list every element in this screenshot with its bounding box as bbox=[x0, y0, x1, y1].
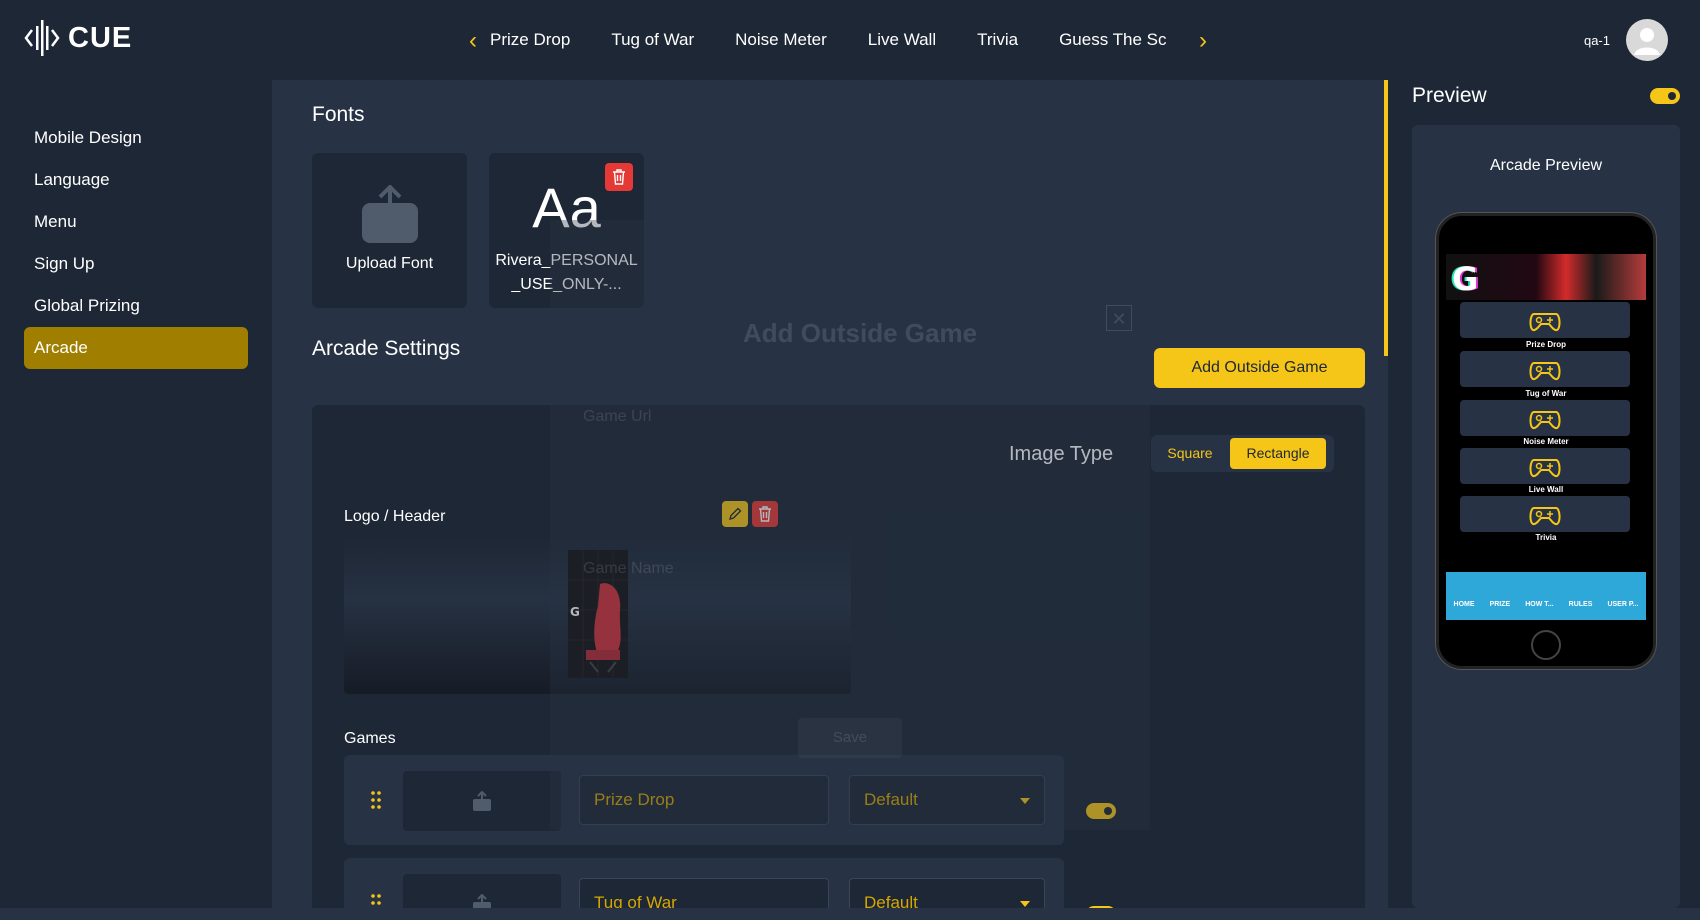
trash-icon bbox=[613, 169, 625, 185]
drag-handle-icon[interactable] bbox=[371, 894, 381, 908]
image-type-square[interactable]: Square bbox=[1154, 438, 1226, 469]
phone-nav-how-to: HOW T... bbox=[1525, 601, 1554, 608]
upload-icon bbox=[362, 185, 418, 243]
preview-title: Preview bbox=[1412, 84, 1487, 107]
sidebar-item-arcade[interactable]: Arcade bbox=[24, 327, 248, 369]
game-mode-value: Default bbox=[864, 893, 918, 908]
modal-close-icon[interactable]: ✕ bbox=[1106, 305, 1132, 331]
game-image-upload[interactable] bbox=[403, 771, 561, 831]
phone-screen: G Prize Drop Tug of War Noise Meter Live… bbox=[1446, 254, 1646, 624]
sidebar-item-mobile-design[interactable]: Mobile Design bbox=[24, 117, 248, 159]
game-mode-select[interactable]: Default bbox=[849, 878, 1045, 908]
user-name: qa-1 bbox=[1583, 32, 1610, 48]
game-name-input[interactable]: Tug of War bbox=[579, 878, 829, 908]
cue-logo-icon bbox=[24, 20, 60, 56]
toggle-knob bbox=[1668, 92, 1676, 100]
nav-tab-trivia[interactable]: Trivia bbox=[977, 30, 1018, 50]
phone-nav-user-profile: USER P... bbox=[1607, 601, 1639, 608]
sidebar-item-language[interactable]: Language bbox=[24, 159, 248, 201]
preview-game-label: Noise Meter bbox=[1523, 437, 1569, 446]
drag-handle-icon[interactable] bbox=[371, 791, 381, 809]
brand-name: CUE bbox=[68, 21, 133, 54]
gamepad-icon bbox=[1529, 411, 1561, 430]
preview-game-label: Live Wall bbox=[1528, 485, 1564, 494]
phone-home-button bbox=[1531, 630, 1561, 660]
gamepad-icon bbox=[1529, 313, 1561, 332]
modal-title: Add Outside Game bbox=[743, 318, 978, 348]
nav-prev-arrow-icon[interactable]: ‹ bbox=[462, 26, 484, 56]
upload-font-card[interactable]: Upload Font bbox=[312, 153, 467, 308]
add-outside-game-button[interactable]: Add Outside Game bbox=[1154, 348, 1365, 388]
sidebar: Mobile Design Language Menu Sign Up Glob… bbox=[0, 80, 272, 908]
upload-icon bbox=[473, 894, 491, 908]
preview-game-tile bbox=[1460, 400, 1630, 436]
top-bar: CUE ‹ Prize Drop Tug of War Noise Meter … bbox=[0, 0, 1700, 80]
nav-tab-live-wall[interactable]: Live Wall bbox=[868, 30, 936, 50]
brand-logo[interactable]: CUE bbox=[24, 18, 132, 58]
preview-game-tile bbox=[1460, 302, 1630, 338]
gamepad-icon bbox=[1529, 362, 1561, 381]
avatar[interactable] bbox=[1626, 19, 1668, 61]
preview-panel: Arcade Preview G Prize Drop Tug of War N… bbox=[1412, 125, 1680, 908]
nav-tab-noise-meter[interactable]: Noise Meter bbox=[735, 30, 827, 50]
phone-nav-prize: PRIZE bbox=[1489, 601, 1511, 608]
image-type-toggle: Square Rectangle bbox=[1151, 435, 1334, 472]
phone-bottom-nav: HOME PRIZE HOW T... RULES USER P... bbox=[1446, 572, 1646, 620]
bottom-scrollbar[interactable] bbox=[0, 908, 1700, 920]
game-row: Tug of War Default bbox=[344, 858, 1064, 908]
add-outside-game-modal: Add Outside Game ✕ Game Url Game Name Sa… bbox=[550, 220, 1150, 830]
preview-toggle[interactable] bbox=[1650, 88, 1680, 104]
phone-nav-rules: RULES bbox=[1568, 601, 1593, 608]
main-content: Fonts Upload Font Aa Rivera_PERSONAL _US… bbox=[272, 80, 1384, 908]
phone-nav-home: HOME bbox=[1453, 601, 1475, 608]
nav-tab-tug-of-war[interactable]: Tug of War bbox=[611, 30, 694, 50]
delete-font-button[interactable] bbox=[605, 163, 633, 191]
sidebar-item-menu[interactable]: Menu bbox=[24, 201, 248, 243]
game-nav-tabs: Prize Drop Tug of War Noise Meter Live W… bbox=[490, 0, 1180, 80]
modal-name-label: Game Name bbox=[583, 560, 674, 577]
logo-header-label: Logo / Header bbox=[344, 508, 446, 525]
phone-header-banner: G bbox=[1446, 254, 1646, 300]
sidebar-item-global-prizing[interactable]: Global Prizing bbox=[24, 285, 248, 327]
preview-sidebar: Preview Arcade Preview G Prize Drop Tug … bbox=[1390, 80, 1700, 908]
upload-icon bbox=[473, 791, 491, 811]
nav-tab-prize-drop[interactable]: Prize Drop bbox=[490, 30, 570, 50]
nav-next-arrow-icon[interactable]: › bbox=[1192, 26, 1214, 56]
arcade-settings-title: Arcade Settings bbox=[312, 337, 461, 360]
caret-down-icon bbox=[1020, 901, 1030, 907]
preview-game-label: Tug of War bbox=[1525, 389, 1567, 398]
modal-url-label: Game Url bbox=[583, 408, 652, 425]
main-scrollbar[interactable] bbox=[1384, 80, 1388, 908]
arcade-logo-letter: G bbox=[1452, 260, 1479, 298]
games-label: Games bbox=[344, 730, 396, 747]
upload-font-label: Upload Font bbox=[345, 255, 434, 272]
sidebar-item-sign-up[interactable]: Sign Up bbox=[24, 243, 248, 285]
nav-tab-guess-the-sc[interactable]: Guess The Sc bbox=[1059, 30, 1166, 50]
scrollbar-thumb[interactable] bbox=[1384, 80, 1388, 356]
fonts-title: Fonts bbox=[312, 103, 365, 126]
gamepad-icon bbox=[1529, 459, 1561, 478]
preview-game-tile bbox=[1460, 496, 1630, 532]
preview-game-tile bbox=[1460, 448, 1630, 484]
user-avatar-icon bbox=[1634, 28, 1660, 55]
modal-save-button[interactable]: Save bbox=[798, 718, 902, 758]
preview-game-tile bbox=[1460, 351, 1630, 387]
phone-mockup: G Prize Drop Tug of War Noise Meter Live… bbox=[1436, 213, 1656, 669]
gamepad-icon bbox=[1529, 507, 1561, 526]
user-menu[interactable]: qa-1 bbox=[1584, 19, 1668, 61]
game-image-upload[interactable] bbox=[403, 874, 561, 908]
image-type-rectangle[interactable]: Rectangle bbox=[1230, 438, 1326, 469]
preview-game-label: Trivia bbox=[1535, 533, 1557, 542]
arcade-preview-label: Arcade Preview bbox=[1489, 157, 1603, 174]
preview-game-label: Prize Drop bbox=[1525, 340, 1566, 349]
